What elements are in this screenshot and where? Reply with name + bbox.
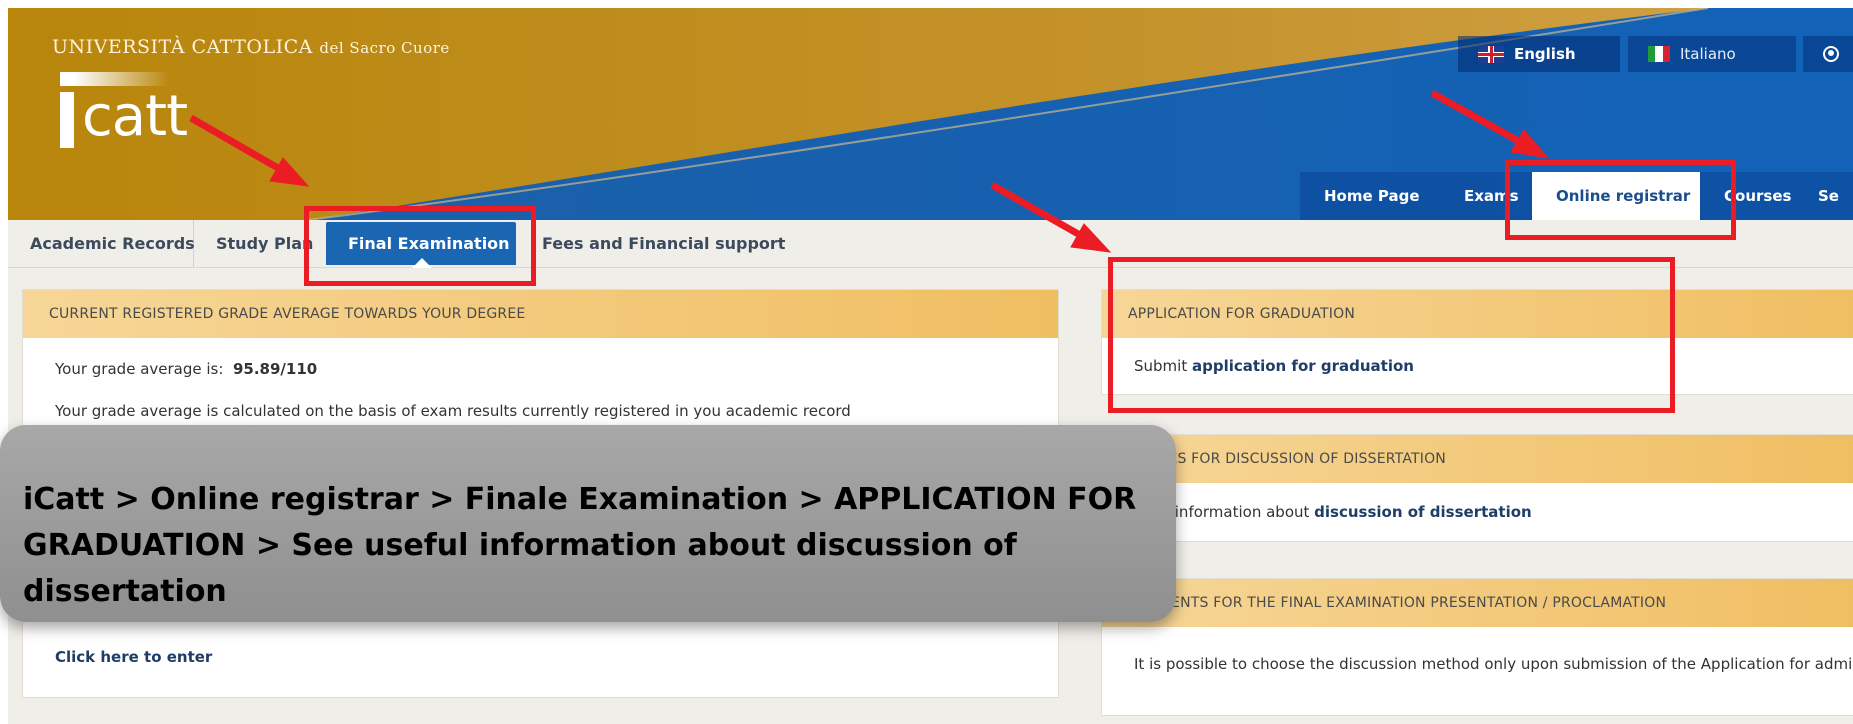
screenshot-canvas: UNIVERSITÀ CATTOLICA del Sacro Cuore cat… [0, 0, 1853, 724]
breadcrumb-caption: iCatt > Online registrar > Finale Examin… [0, 425, 1176, 622]
caption-text: iCatt > Online registrar > Finale Examin… [23, 482, 1137, 609]
